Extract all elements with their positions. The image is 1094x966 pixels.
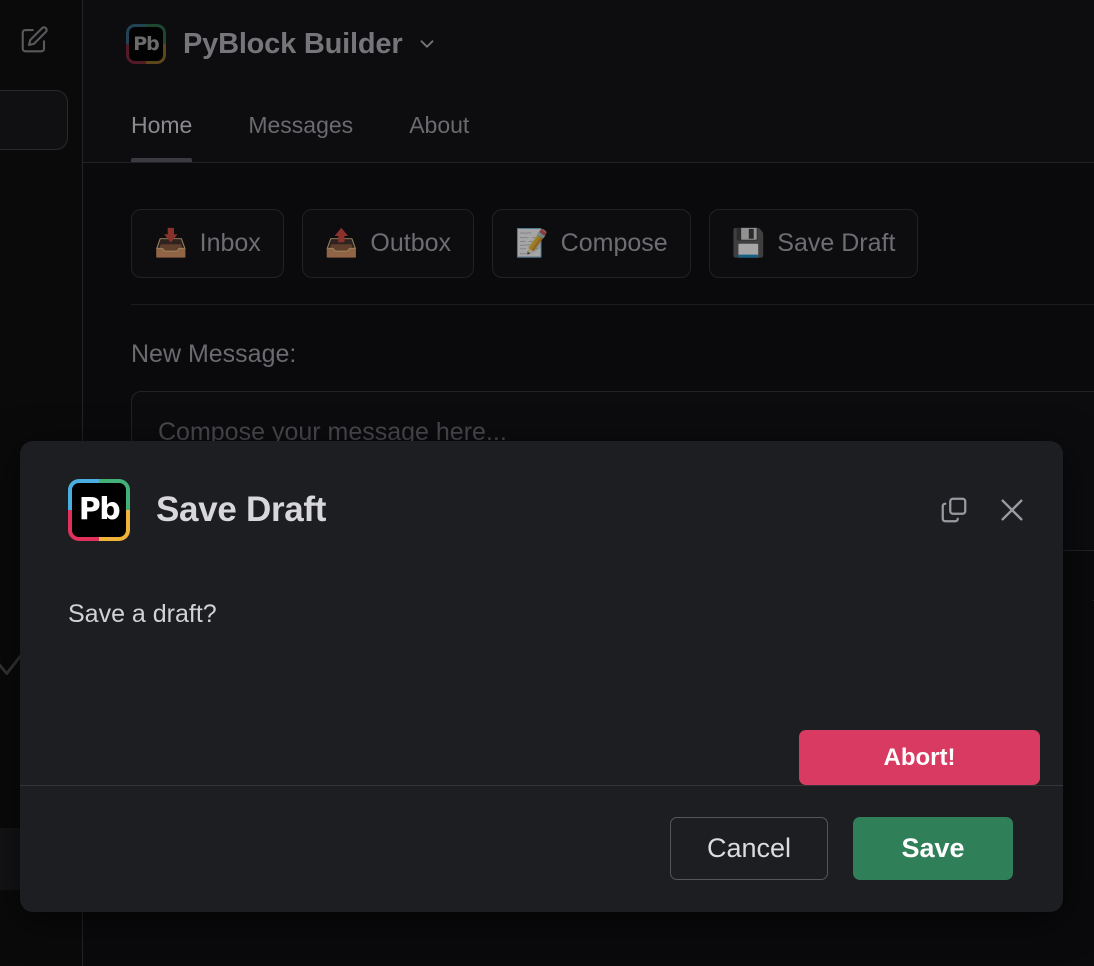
inbox-button-label: Inbox <box>199 229 261 257</box>
chevron-down-icon[interactable] <box>416 33 438 60</box>
modal-logo: Pb <box>68 478 130 541</box>
save-draft-modal: Pb Save Draft Save a draft? Abort! Cance… <box>20 441 1063 912</box>
app-root: Pb PyBlock Builder Home Messages About 📥… <box>0 0 1094 966</box>
compose-edit-icon[interactable] <box>12 16 56 64</box>
save-draft-button[interactable]: 💾 Save Draft <box>708 209 919 278</box>
modal-logo-text: Pb <box>72 482 126 537</box>
memo-icon: 📝 <box>515 228 549 258</box>
tab-about[interactable]: About <box>409 88 469 162</box>
outbox-tray-icon: 📤 <box>324 228 359 258</box>
abort-button-wrapper: Abort! <box>799 730 1040 785</box>
modal-header: Pb Save Draft <box>20 441 1063 578</box>
save-draft-button-label: Save Draft <box>777 229 896 257</box>
app-header: Pb PyBlock Builder <box>83 0 1094 88</box>
tab-home[interactable]: Home <box>131 88 193 162</box>
modal-footer: Cancel Save <box>20 786 1063 911</box>
rail-card[interactable] <box>0 90 68 150</box>
modal-body-text: Save a draft? <box>68 600 217 628</box>
inbox-button[interactable]: 📥 Inbox <box>131 209 284 278</box>
tab-messages[interactable]: Messages <box>248 88 353 162</box>
tab-bar: Home Messages About <box>83 88 1094 163</box>
app-logo-text: Pb <box>129 27 163 61</box>
modal-header-actions <box>937 493 1029 527</box>
outbox-button-label: Outbox <box>370 229 452 257</box>
compose-button[interactable]: 📝 Compose <box>492 209 691 278</box>
close-icon[interactable] <box>995 493 1029 527</box>
action-button-row: 📥 Inbox 📤 Outbox 📝 Compose 💾 Save Draft <box>131 209 919 278</box>
compose-button-label: Compose <box>560 229 668 257</box>
modal-title: Save Draft <box>156 489 327 529</box>
new-message-label: New Message: <box>131 340 297 368</box>
abort-button[interactable]: Abort! <box>799 730 1040 785</box>
outbox-button[interactable]: 📤 Outbox <box>301 209 475 278</box>
floppy-disk-icon: 💾 <box>731 228 766 258</box>
save-button[interactable]: Save <box>853 817 1013 880</box>
copy-icon[interactable] <box>937 493 971 527</box>
section-divider <box>131 304 1094 305</box>
app-logo: Pb <box>126 24 166 64</box>
modal-body: Save a draft? Abort! <box>20 578 1063 786</box>
cancel-button[interactable]: Cancel <box>670 817 828 880</box>
inbox-tray-icon: 📥 <box>154 228 188 258</box>
app-title: PyBlock Builder <box>183 27 403 60</box>
